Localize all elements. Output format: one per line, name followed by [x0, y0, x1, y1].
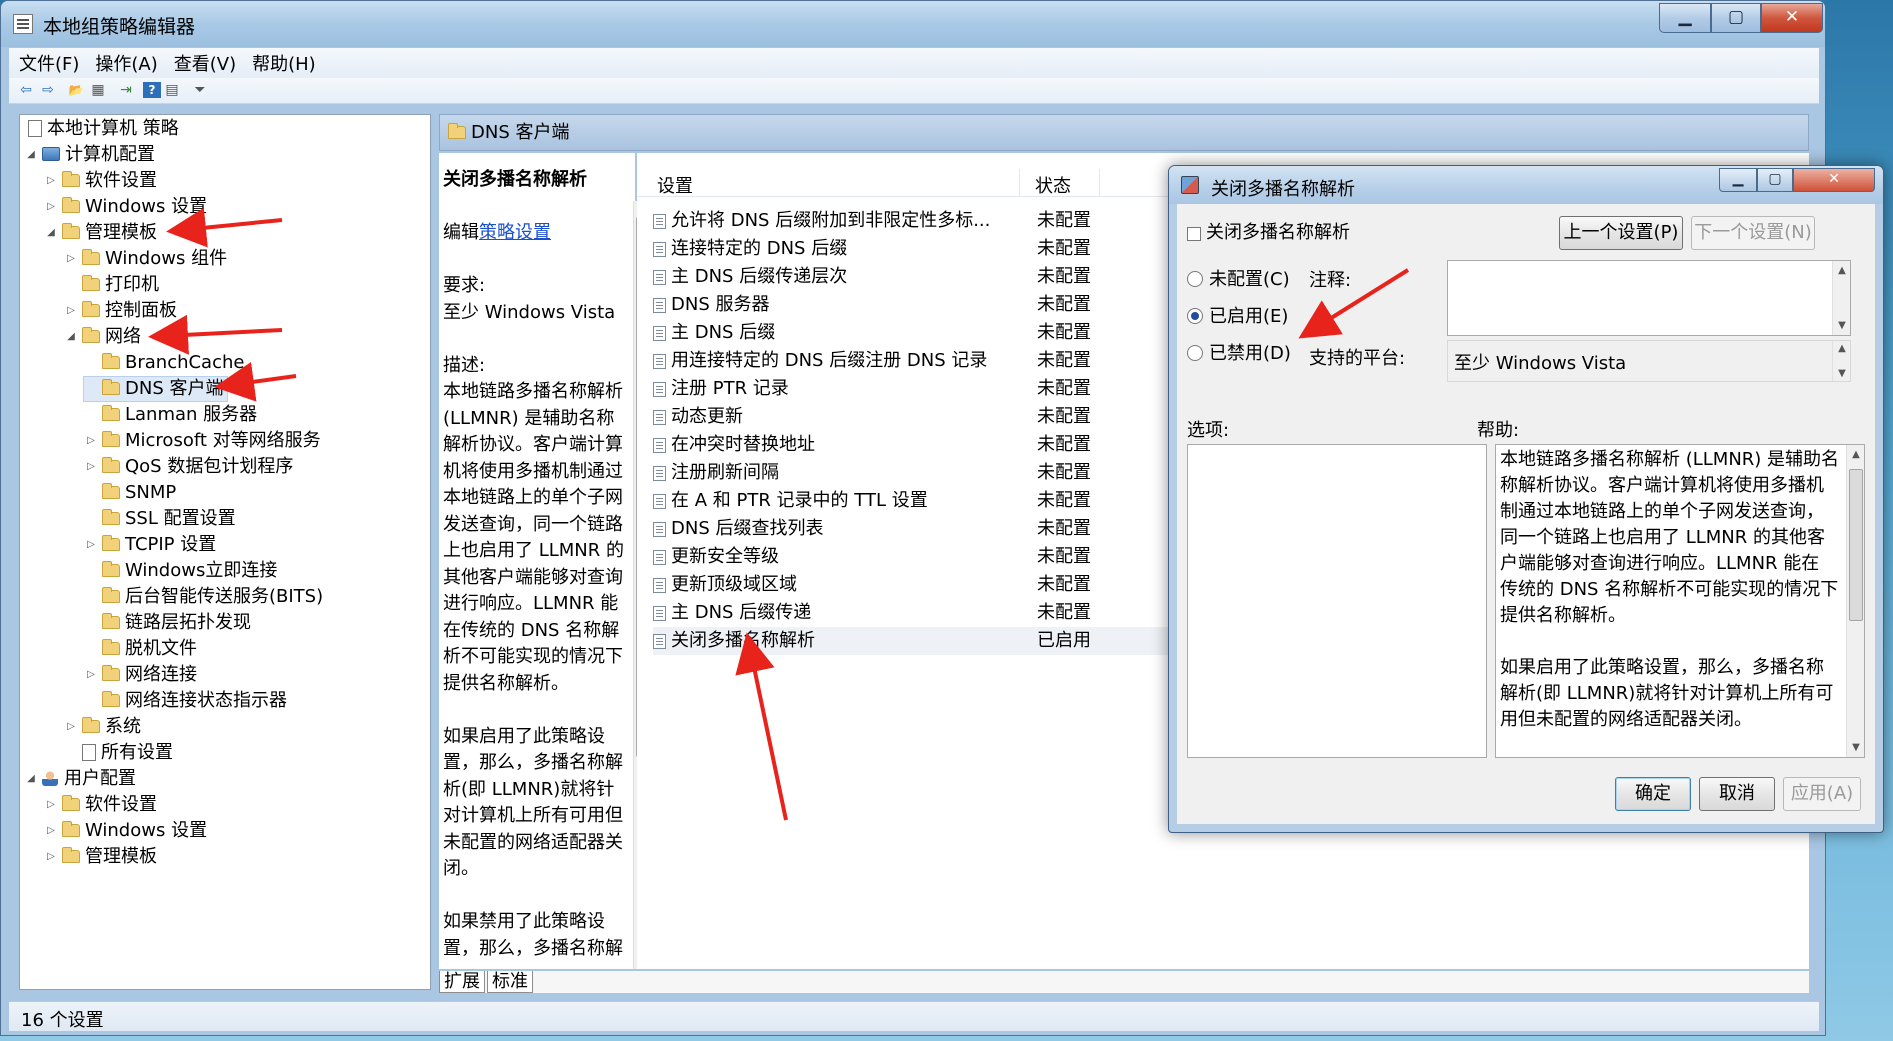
- annotation-arrow: [166, 207, 283, 248]
- desktop: { "window": { "title": "本地组策略编辑器", "min_…: [0, 0, 1893, 1041]
- annotation-arrow: [1298, 268, 1410, 339]
- annotation-arrow: [148, 314, 283, 355]
- annotation-arrow: [214, 361, 297, 402]
- annotation-arrow: [735, 632, 788, 821]
- annotation-arrows: [148, 207, 1410, 821]
